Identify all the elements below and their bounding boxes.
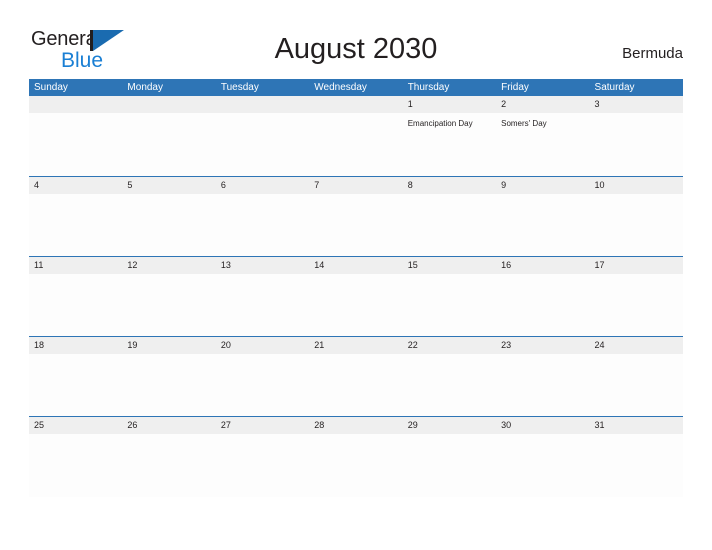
day-number[interactable]: 5	[122, 177, 215, 194]
day-number[interactable]: 13	[216, 257, 309, 274]
day-cell[interactable]: Somers' Day	[496, 113, 589, 176]
day-number[interactable]	[216, 96, 309, 113]
day-cell[interactable]	[122, 274, 215, 337]
day-cell[interactable]	[590, 354, 683, 417]
day-number[interactable]: 19	[122, 337, 215, 354]
week-day-number-band: 11 12 13 14 15 16 17	[29, 257, 683, 274]
weekday-header-friday: Friday	[501, 82, 529, 93]
day-number[interactable]: 20	[216, 337, 309, 354]
weekday-header-row: Sunday Monday Tuesday Wednesday Thursday…	[29, 79, 683, 96]
day-cell[interactable]	[216, 434, 309, 497]
week-row: 25 26 27 28 29 30 31	[29, 416, 683, 497]
day-number[interactable]: 4	[29, 177, 122, 194]
locale-label: Bermuda	[622, 45, 683, 62]
day-cell[interactable]	[403, 274, 496, 337]
day-cell[interactable]	[122, 434, 215, 497]
day-number[interactable]: 10	[590, 177, 683, 194]
day-number[interactable]	[29, 96, 122, 113]
week-day-number-band: 18 19 20 21 22 23 24	[29, 337, 683, 354]
day-number[interactable]: 17	[590, 257, 683, 274]
day-cell[interactable]	[496, 194, 589, 257]
day-cell[interactable]	[216, 194, 309, 257]
day-cell[interactable]	[590, 113, 683, 176]
day-cell[interactable]	[122, 113, 215, 176]
day-cell[interactable]	[216, 274, 309, 337]
week-content-band	[29, 274, 683, 337]
weekday-header-sunday: Sunday	[34, 82, 68, 93]
day-cell[interactable]	[309, 194, 402, 257]
weekday-header-thursday: Thursday	[407, 82, 450, 93]
day-cell[interactable]	[122, 354, 215, 417]
day-cell[interactable]	[216, 113, 309, 176]
weekday-header-wednesday: Wednesday	[314, 82, 367, 93]
weekday-header-tuesday: Tuesday	[220, 82, 259, 93]
holiday-event: Emancipation Day	[407, 119, 473, 128]
holiday-event: Somers' Day	[501, 119, 547, 128]
day-number[interactable]: 15	[403, 257, 496, 274]
day-cell[interactable]	[29, 194, 122, 257]
day-number[interactable]: 24	[590, 337, 683, 354]
day-cell[interactable]	[403, 434, 496, 497]
day-cell[interactable]	[29, 434, 122, 497]
day-number[interactable]: 9	[496, 177, 589, 194]
week-row: 4 5 6 7 8 9 10	[29, 176, 683, 257]
day-cell[interactable]	[403, 194, 496, 257]
day-cell[interactable]	[496, 434, 589, 497]
day-cell[interactable]	[29, 354, 122, 417]
week-row: 11 12 13 14 15 16 17	[29, 256, 683, 337]
day-number[interactable]: 8	[403, 177, 496, 194]
week-day-number-band: 1 2 3	[29, 96, 683, 113]
day-cell[interactable]	[309, 274, 402, 337]
day-number[interactable]: 26	[122, 417, 215, 434]
weekday-header-monday: Monday	[127, 82, 163, 93]
week-content-band: Emancipation Day Somers' Day	[29, 113, 683, 176]
page-title: August 2030	[274, 33, 438, 65]
day-cell[interactable]	[216, 354, 309, 417]
day-number[interactable]: 30	[496, 417, 589, 434]
day-number[interactable]: 28	[309, 417, 402, 434]
day-number[interactable]: 1	[403, 96, 496, 113]
day-number[interactable]: 16	[496, 257, 589, 274]
week-row: 18 19 20 21 22 23 24	[29, 336, 683, 417]
day-number[interactable]: 22	[403, 337, 496, 354]
day-cell[interactable]	[29, 113, 122, 176]
day-number[interactable]: 23	[496, 337, 589, 354]
day-number[interactable]: 3	[590, 96, 683, 113]
day-number[interactable]: 11	[29, 257, 122, 274]
week-content-band	[29, 194, 683, 257]
day-number[interactable]: 18	[29, 337, 122, 354]
day-number[interactable]: 14	[309, 257, 402, 274]
day-number[interactable]: 25	[29, 417, 122, 434]
day-number[interactable]: 6	[216, 177, 309, 194]
week-day-number-band: 4 5 6 7 8 9 10	[29, 177, 683, 194]
day-cell[interactable]	[590, 434, 683, 497]
day-cell[interactable]	[496, 274, 589, 337]
day-number[interactable]: 31	[590, 417, 683, 434]
week-row: 1 2 3 Emancipation Day Somers' Day	[29, 96, 683, 176]
week-content-band	[29, 354, 683, 417]
day-number[interactable]: 21	[309, 337, 402, 354]
week-day-number-band: 25 26 27 28 29 30 31	[29, 417, 683, 434]
day-number[interactable]	[309, 96, 402, 113]
day-number[interactable]: 2	[496, 96, 589, 113]
day-number[interactable]: 27	[216, 417, 309, 434]
day-cell[interactable]	[309, 113, 402, 176]
calendar-grid: Sunday Monday Tuesday Wednesday Thursday…	[29, 79, 683, 497]
day-number[interactable]: 7	[309, 177, 402, 194]
day-cell[interactable]	[496, 354, 589, 417]
day-cell[interactable]	[309, 434, 402, 497]
day-cell[interactable]	[122, 194, 215, 257]
day-number[interactable]	[122, 96, 215, 113]
day-cell[interactable]	[29, 274, 122, 337]
day-cell[interactable]: Emancipation Day	[403, 113, 496, 176]
day-cell[interactable]	[590, 194, 683, 257]
week-content-band	[29, 434, 683, 497]
day-cell[interactable]	[309, 354, 402, 417]
day-number[interactable]: 12	[122, 257, 215, 274]
day-number[interactable]: 29	[403, 417, 496, 434]
weekday-header-saturday: Saturday	[594, 82, 635, 93]
day-cell[interactable]	[590, 274, 683, 337]
day-cell[interactable]	[403, 354, 496, 417]
page-header: General Blue August 2030 Bermuda	[0, 0, 712, 72]
